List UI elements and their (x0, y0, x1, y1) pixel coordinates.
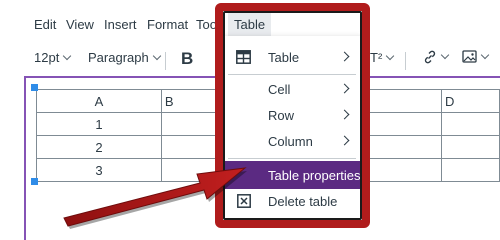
callout-arrow-icon (63, 167, 247, 229)
